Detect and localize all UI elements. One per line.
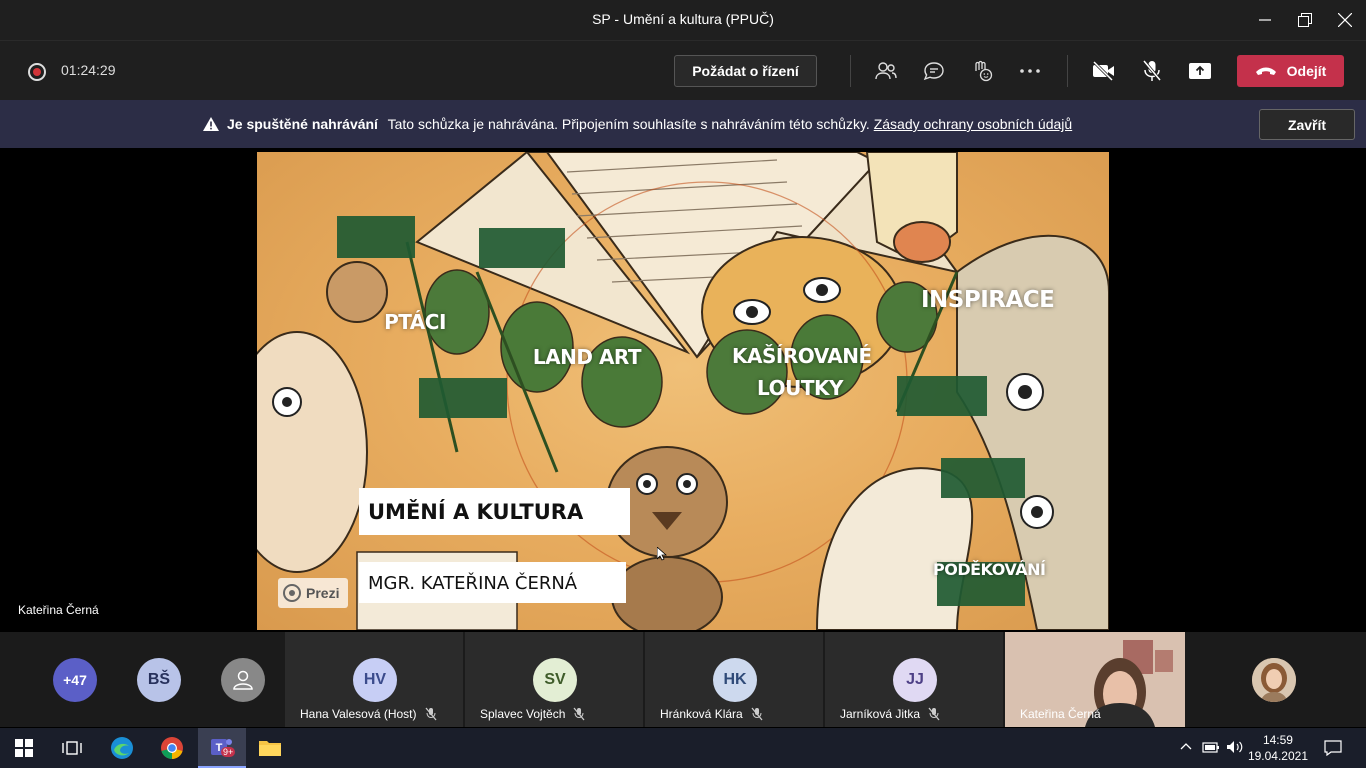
- minimize-icon[interactable]: [1245, 0, 1285, 40]
- privacy-policy-link[interactable]: Zásady ochrany osobních údajů: [874, 116, 1072, 132]
- request-control-button[interactable]: Požádat o řízení: [674, 55, 817, 87]
- meeting-timer: 01:24:29: [61, 62, 116, 78]
- teams-app[interactable]: T 9+: [198, 728, 246, 768]
- chevron-up-icon[interactable]: [1180, 742, 1192, 750]
- prezi-badge: Prezi: [278, 578, 348, 608]
- reactions-icon[interactable]: [966, 55, 998, 87]
- prezi-label: Prezi: [306, 585, 340, 601]
- slide-green-pad: [897, 376, 987, 416]
- restore-icon[interactable]: [1285, 0, 1325, 40]
- avatar-hv: HV: [353, 658, 397, 702]
- toolbar-divider: [850, 55, 851, 87]
- warning-icon: [203, 117, 219, 131]
- participants-icon[interactable]: [870, 55, 902, 87]
- close-icon[interactable]: [1325, 0, 1365, 40]
- person-icon: [233, 670, 253, 690]
- edge-icon: [111, 737, 133, 759]
- recording-banner: Je spuštěné nahrávání Tato schůzka je na…: [0, 100, 1366, 148]
- participant-tile[interactable]: JJ Jarníková Jitka: [825, 632, 1003, 727]
- task-view-icon: [62, 741, 82, 755]
- participant-tile[interactable]: HV Hana Valesová (Host): [285, 632, 463, 727]
- file-explorer-app[interactable]: [246, 728, 294, 768]
- hang-up-icon: [1255, 67, 1276, 75]
- avatar-bs[interactable]: BŠ: [137, 658, 181, 702]
- mic-off-icon[interactable]: [1136, 55, 1168, 87]
- battery-icon[interactable]: [1202, 740, 1220, 754]
- more-participants-button[interactable]: +47: [53, 658, 97, 702]
- folder-icon: [259, 741, 281, 756]
- participant-strip: +47 BŠ HV Hana Valesová (Host) SV Splave…: [0, 632, 1366, 727]
- shared-slide: PTÁCI LAND ART KAŠÍROVANÉ LOUTKY INSPIRA…: [257, 152, 1109, 630]
- banner-text: Tato schůzka je nahrávána. Připojením so…: [387, 116, 870, 132]
- participant-name: Hana Valesová (Host): [300, 707, 437, 721]
- slide-label-land-art[interactable]: LAND ART: [532, 345, 642, 369]
- profile-photo: [1252, 658, 1296, 702]
- slide-title: UMĚNÍ A KULTURA: [359, 488, 630, 535]
- chat-icon[interactable]: [918, 55, 950, 87]
- start-button[interactable]: [0, 728, 48, 768]
- participant-name-text: Hránková Klára: [660, 707, 743, 721]
- slide-label-inspirace[interactable]: INSPIRACE: [921, 287, 1055, 313]
- participant-tile[interactable]: HK Hránková Klára: [645, 632, 823, 727]
- participant-name: Splavec Vojtěch: [480, 707, 585, 721]
- chrome-app[interactable]: [148, 728, 196, 768]
- windows-logo-icon: [15, 739, 33, 757]
- slide-label-ptaci[interactable]: PTÁCI: [382, 310, 448, 334]
- close-banner-button[interactable]: Zavřít: [1259, 109, 1355, 140]
- participant-name-text: Jarníková Jitka: [840, 707, 921, 721]
- share-screen-icon[interactable]: [1184, 55, 1216, 87]
- muted-mic-icon: [751, 707, 763, 721]
- participant-name-text: Splavec Vojtěch: [480, 707, 566, 721]
- volume-icon[interactable]: [1226, 740, 1244, 754]
- title-bar: SP - Umění a kultura (PPUČ): [0, 0, 1366, 40]
- toolbar-divider: [1067, 55, 1068, 87]
- muted-mic-icon: [573, 707, 585, 721]
- avatar-jj: JJ: [893, 658, 937, 702]
- camera-off-icon[interactable]: [1088, 55, 1120, 87]
- participant-name: Hránková Klára: [660, 707, 763, 721]
- prezi-logo-icon: [283, 584, 301, 602]
- presenter-name: Kateřina Černá: [18, 603, 99, 617]
- edge-app[interactable]: [98, 728, 146, 768]
- teams-notification-badge: 9+: [221, 747, 236, 757]
- window-title: SP - Umění a kultura (PPUČ): [592, 11, 774, 27]
- avatar-generic[interactable]: [221, 658, 265, 702]
- participant-video-tile[interactable]: Kateřina Černá: [1005, 632, 1185, 727]
- participant-name: Kateřina Černá: [1020, 707, 1101, 721]
- leave-label: Odejít: [1286, 63, 1327, 79]
- slide-green-pad: [419, 378, 507, 418]
- slide-label-podekovani[interactable]: PODĚKOVÁNÍ: [933, 560, 1046, 579]
- slide-label-kasirovane[interactable]: KAŠÍROVANÉ: [732, 344, 872, 368]
- banner-title: Je spuštěné nahrávání: [227, 116, 378, 132]
- slide-green-pad: [479, 228, 565, 268]
- mouse-cursor-icon: [657, 547, 667, 561]
- chrome-icon: [161, 737, 183, 759]
- banner-message: Je spuštěné nahrávání Tato schůzka je na…: [227, 116, 1072, 132]
- taskbar-clock[interactable]: 14:59 19.04.2021: [1248, 732, 1308, 764]
- participant-tile[interactable]: SV Splavec Vojtěch: [465, 632, 643, 727]
- avatar-sv: SV: [533, 658, 577, 702]
- slide-label-loutky[interactable]: LOUTKY: [732, 376, 868, 400]
- participant-name: Jarníková Jitka: [840, 707, 940, 721]
- participant-name-text: Hana Valesová (Host): [300, 707, 417, 721]
- more-options-icon[interactable]: [1014, 55, 1046, 87]
- meeting-toolbar: 01:24:29 Požádat o řízení Odejít: [0, 40, 1366, 100]
- slide-green-pad: [941, 458, 1025, 498]
- clock-time: 14:59: [1262, 733, 1293, 747]
- avatar-hk: HK: [713, 658, 757, 702]
- notifications-icon[interactable]: [1324, 740, 1342, 756]
- clock-date: 19.04.2021: [1247, 749, 1308, 763]
- muted-mic-icon: [928, 707, 940, 721]
- leave-button[interactable]: Odejít: [1237, 55, 1344, 87]
- muted-mic-icon: [425, 707, 436, 721]
- slide-green-pad: [337, 216, 415, 258]
- recording-icon: [28, 63, 46, 81]
- slide-author: MGR. KATEŘINA ČERNÁ: [359, 562, 626, 603]
- windows-taskbar: T 9+ 14:59 19.04.2021: [0, 728, 1366, 768]
- task-view-button[interactable]: [48, 728, 96, 768]
- self-avatar[interactable]: [1252, 658, 1296, 702]
